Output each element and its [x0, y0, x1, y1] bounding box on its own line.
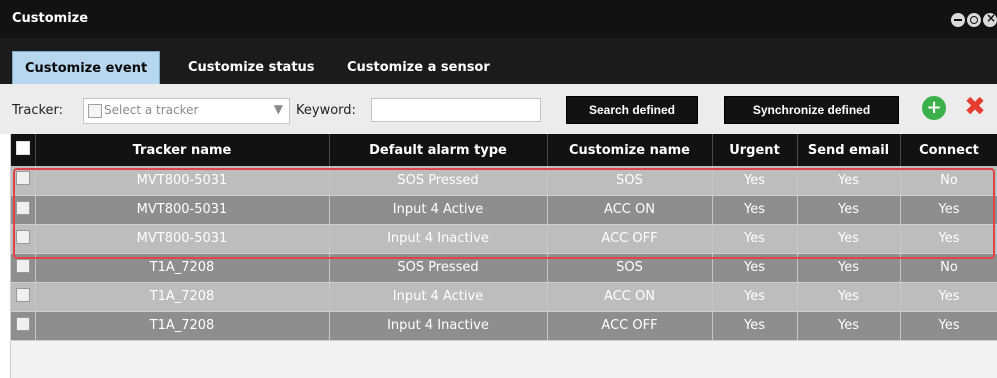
customize-window: Customize Customize event Customize stat… [0, 0, 997, 378]
table-row[interactable]: MVT800-5031 Input 4 Active ACC ON Yes Ye… [11, 195, 997, 225]
cell-send-email: Yes [797, 282, 901, 312]
title-bar: Customize [0, 0, 997, 38]
header-default-alarm-type[interactable]: Default alarm type [329, 134, 548, 166]
cell-connect: Yes [900, 195, 997, 225]
cell-connect: Yes [900, 311, 997, 341]
cell-customize-name: ACC ON [547, 282, 713, 312]
cell-send-email: Yes [797, 311, 901, 341]
row-checkbox[interactable] [11, 311, 36, 341]
cell-tracker-name: MVT800-5031 [35, 195, 330, 225]
cell-urgent: Yes [712, 253, 798, 283]
cell-default-alarm-type: Input 4 Inactive [329, 224, 548, 254]
header-send-email[interactable]: Send email [797, 134, 901, 166]
table-row[interactable]: T1A_7208 Input 4 Inactive ACC OFF Yes Ye… [11, 311, 997, 341]
cell-send-email: Yes [797, 253, 901, 283]
header-tracker-name[interactable]: Tracker name [35, 134, 330, 166]
cell-urgent: Yes [712, 195, 798, 225]
cell-tracker-name: T1A_7208 [35, 311, 330, 341]
cell-default-alarm-type: Input 4 Active [329, 282, 548, 312]
tracker-placeholder: Select a tracker [104, 103, 199, 117]
cell-urgent: Yes [712, 224, 798, 254]
row-checkbox[interactable] [11, 166, 36, 196]
cell-customize-name: ACC ON [547, 195, 713, 225]
cell-default-alarm-type: Input 4 Inactive [329, 311, 548, 341]
tab-customize-sensor[interactable]: Customize a sensor [335, 51, 502, 84]
delete-icon[interactable]: ✖ [960, 92, 990, 122]
close-icon[interactable] [983, 11, 997, 27]
cell-connect: Yes [900, 282, 997, 312]
row-checkbox[interactable] [11, 282, 36, 312]
keyword-label: Keyword: [296, 103, 356, 118]
tab-customize-status[interactable]: Customize status [176, 51, 327, 84]
cell-tracker-name: T1A_7208 [35, 253, 330, 283]
tracker-checkbox[interactable] [88, 104, 102, 118]
add-icon[interactable]: + [922, 96, 946, 120]
cell-send-email: Yes [797, 166, 901, 196]
minimize-icon[interactable] [951, 13, 965, 27]
cell-tracker-name: MVT800-5031 [35, 166, 330, 196]
header-customize-name[interactable]: Customize name [547, 134, 713, 166]
cell-connect: No [900, 253, 997, 283]
tracker-select[interactable]: Select a tracker ▼ [83, 98, 290, 124]
tab-customize-event[interactable]: Customize event [12, 51, 161, 85]
cell-customize-name: SOS [547, 253, 713, 283]
tabs-bar: Customize event Customize status Customi… [0, 38, 997, 85]
header-connect[interactable]: Connect [900, 134, 997, 166]
chevron-down-icon: ▼ [273, 102, 283, 116]
row-checkbox[interactable] [11, 195, 36, 225]
search-defined-button[interactable]: Search defined [566, 96, 698, 124]
table-row[interactable]: MVT800-5031 SOS Pressed SOS Yes Yes No [11, 166, 997, 196]
select-all-checkbox[interactable] [11, 134, 36, 166]
maximize-icon[interactable] [967, 13, 981, 27]
tracker-label: Tracker: [12, 103, 64, 118]
window-controls [951, 11, 997, 29]
cell-default-alarm-type: SOS Pressed [329, 253, 548, 283]
cell-tracker-name: T1A_7208 [35, 282, 330, 312]
cell-tracker-name: MVT800-5031 [35, 224, 330, 254]
synchronize-defined-button[interactable]: Synchronize defined [724, 96, 899, 124]
cell-urgent: Yes [712, 166, 798, 196]
cell-send-email: Yes [797, 224, 901, 254]
header-urgent[interactable]: Urgent [712, 134, 798, 166]
cell-connect: No [900, 166, 997, 196]
table-row[interactable]: MVT800-5031 Input 4 Inactive ACC OFF Yes… [11, 224, 997, 254]
cell-customize-name: SOS [547, 166, 713, 196]
cell-urgent: Yes [712, 282, 798, 312]
table-header-row: Tracker name Default alarm type Customiz… [11, 134, 997, 166]
cell-urgent: Yes [712, 311, 798, 341]
cell-customize-name: ACC OFF [547, 224, 713, 254]
row-checkbox[interactable] [11, 253, 36, 283]
filter-bar: Tracker: Select a tracker ▼ Keyword: Sea… [0, 84, 997, 134]
cell-connect: Yes [900, 224, 997, 254]
cell-send-email: Yes [797, 195, 901, 225]
cell-default-alarm-type: Input 4 Active [329, 195, 548, 225]
window-title: Customize [12, 11, 89, 26]
row-checkbox[interactable] [11, 224, 36, 254]
events-table: Tracker name Default alarm type Customiz… [10, 134, 997, 378]
cell-customize-name: ACC OFF [547, 311, 713, 341]
table-row[interactable]: T1A_7208 SOS Pressed SOS Yes Yes No [11, 253, 997, 283]
keyword-input[interactable] [371, 98, 541, 122]
table-row[interactable]: T1A_7208 Input 4 Active ACC ON Yes Yes Y… [11, 282, 997, 312]
cell-default-alarm-type: SOS Pressed [329, 166, 548, 196]
